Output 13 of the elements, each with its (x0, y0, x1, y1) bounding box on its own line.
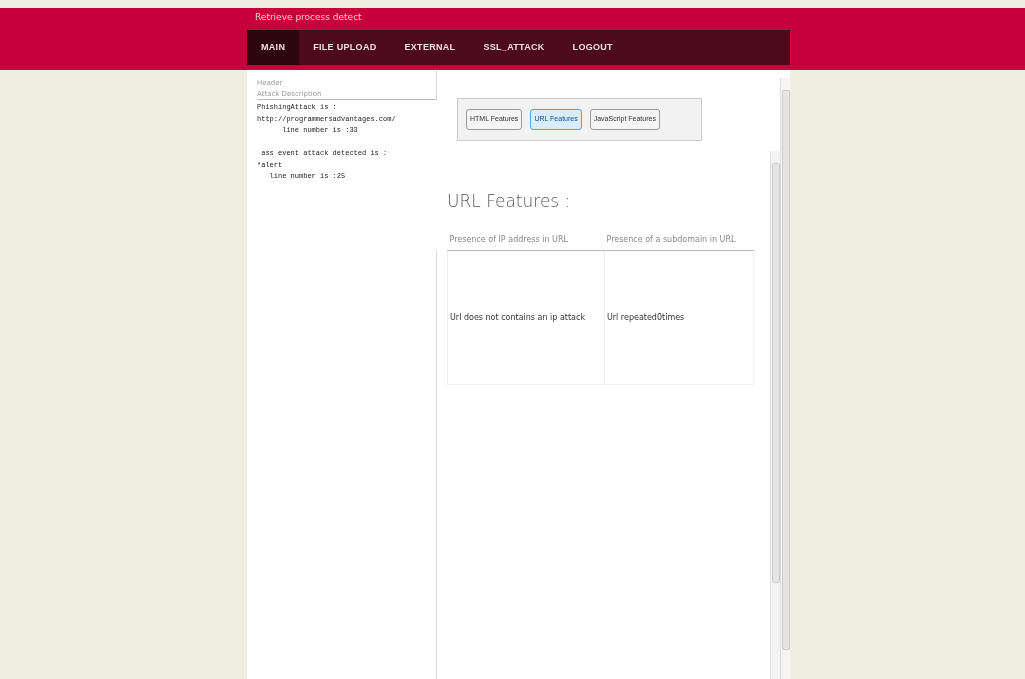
column-header: Presence of a subdomain in URL (604, 230, 754, 251)
nav-tab[interactable]: MAIN (247, 30, 300, 65)
nav-tab[interactable]: LOGOUT (558, 30, 627, 65)
site-title: Retrieve process detect (254, 11, 363, 24)
nav-tab[interactable]: SSL_ATTACK (469, 30, 559, 65)
section-title: URL Features : (447, 189, 572, 213)
table-cell: Url does not contains an ip attack (447, 250, 605, 385)
nav-tab[interactable]: EXTERNAL (390, 30, 470, 65)
outer-scrollbar[interactable] (780, 78, 790, 679)
column-header: Presence of IP address in URL (447, 230, 605, 251)
table-cell: Url repeated0times (604, 250, 754, 385)
inner-scrollbar[interactable] (770, 150, 780, 679)
nav-tab[interactable]: FILE UPLOAD (299, 30, 391, 65)
